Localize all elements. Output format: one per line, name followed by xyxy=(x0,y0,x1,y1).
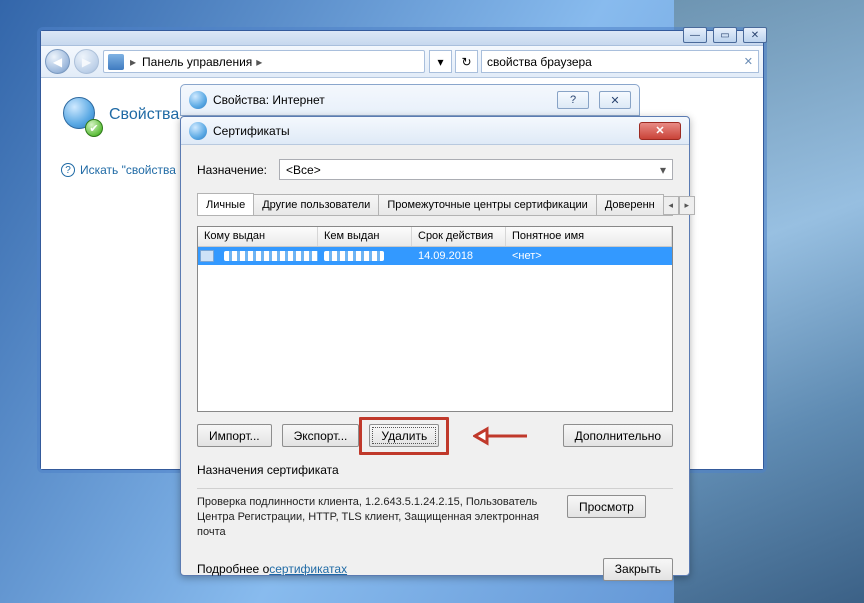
refresh-button[interactable]: ↻ xyxy=(455,50,478,73)
back-button[interactable]: ◀ xyxy=(45,49,70,74)
breadcrumb[interactable]: ▸ Панель управления xyxy=(103,50,425,73)
tab-scroll-right[interactable]: ▸ xyxy=(679,196,695,215)
dialog-title: Свойства: Интернет xyxy=(213,93,325,107)
remove-button[interactable]: Удалить xyxy=(369,424,439,447)
tab-trusted[interactable]: Доверенн xyxy=(596,194,664,215)
annotation-highlight: Удалить xyxy=(359,417,449,455)
tab-other-users[interactable]: Другие пользователи xyxy=(253,194,379,215)
titlebar: Сертификаты ✕ xyxy=(181,117,689,145)
cert-item-icon xyxy=(200,250,214,262)
search-input[interactable]: свойства браузера ✕ xyxy=(481,50,759,73)
more-prefix: Подробнее о xyxy=(197,562,269,576)
close-button[interactable]: ✕ xyxy=(639,122,681,140)
certificates-dialog: Сертификаты ✕ Назначение: <Все> ▾ Личные… xyxy=(180,116,690,576)
internet-properties-dialog: Свойства: Интернет ? ✕ xyxy=(180,84,640,116)
search-help-text: Искать "свойства xyxy=(80,163,176,177)
minimize-button[interactable]: — xyxy=(683,27,707,43)
titlebar xyxy=(41,31,763,46)
col-expires[interactable]: Срок действия xyxy=(412,227,506,246)
assign-text: Проверка подлинности клиента, 1.2.643.5.… xyxy=(197,495,557,540)
globe-icon xyxy=(189,91,207,109)
cell-expires: 14.09.2018 xyxy=(412,248,506,264)
search-text: свойства браузера xyxy=(487,55,592,69)
close-dialog-button[interactable]: Закрыть xyxy=(603,558,673,581)
list-header: Кому выдан Кем выдан Срок действия Понят… xyxy=(198,227,672,247)
tab-strip: Личные Другие пользователи Промежуточные… xyxy=(197,194,673,216)
col-issued-to[interactable]: Кому выдан xyxy=(198,227,318,246)
advanced-button[interactable]: Дополнительно xyxy=(563,424,673,447)
nav-dropdown-button[interactable]: ▾ xyxy=(429,50,452,73)
clear-search-icon[interactable]: ✕ xyxy=(744,55,753,68)
purpose-value: <Все> xyxy=(286,163,321,177)
certificate-list[interactable]: Кому выдан Кем выдан Срок действия Понят… xyxy=(197,226,673,412)
purpose-select[interactable]: <Все> ▾ xyxy=(279,159,673,180)
cert-icon xyxy=(189,122,207,140)
divider xyxy=(197,479,673,489)
control-panel-icon xyxy=(108,54,124,70)
purpose-label: Назначение: xyxy=(197,163,267,177)
redacted-text xyxy=(224,251,318,261)
col-issued-by[interactable]: Кем выдан xyxy=(318,227,412,246)
chevron-down-icon: ▾ xyxy=(660,163,666,177)
col-friendly[interactable]: Понятное имя xyxy=(506,227,672,246)
nav-bar: ◀ ▶ ▸ Панель управления ▾ ↻ свойства бра… xyxy=(41,46,763,78)
redacted-text xyxy=(324,251,384,261)
close-button[interactable]: ✕ xyxy=(743,27,767,43)
assign-label: Назначения сертификата xyxy=(197,463,673,477)
view-button[interactable]: Просмотр xyxy=(567,495,646,518)
maximize-button[interactable]: ▭ xyxy=(713,27,737,43)
breadcrumb-item[interactable]: Панель управления xyxy=(142,55,266,69)
dialog-title: Сертификаты xyxy=(213,124,290,138)
internet-options-icon: ✔ xyxy=(61,95,101,135)
help-icon: ? xyxy=(61,163,75,177)
forward-button[interactable]: ▶ xyxy=(74,49,99,74)
tab-intermediate-ca[interactable]: Промежуточные центры сертификации xyxy=(378,194,596,215)
import-button[interactable]: Импорт... xyxy=(197,424,272,447)
more-link[interactable]: сертификатах xyxy=(269,562,347,576)
export-button[interactable]: Экспорт... xyxy=(282,424,360,447)
cell-friendly: <нет> xyxy=(506,248,672,264)
tab-scroll-left[interactable]: ◂ xyxy=(663,196,679,215)
page-title: Свойства xyxy=(109,106,179,124)
close-button[interactable]: ✕ xyxy=(599,91,631,109)
list-item[interactable]: 14.09.2018 <нет> xyxy=(198,247,672,265)
help-button[interactable]: ? xyxy=(557,91,589,109)
tab-personal[interactable]: Личные xyxy=(197,193,254,215)
annotation-arrow xyxy=(473,425,529,447)
